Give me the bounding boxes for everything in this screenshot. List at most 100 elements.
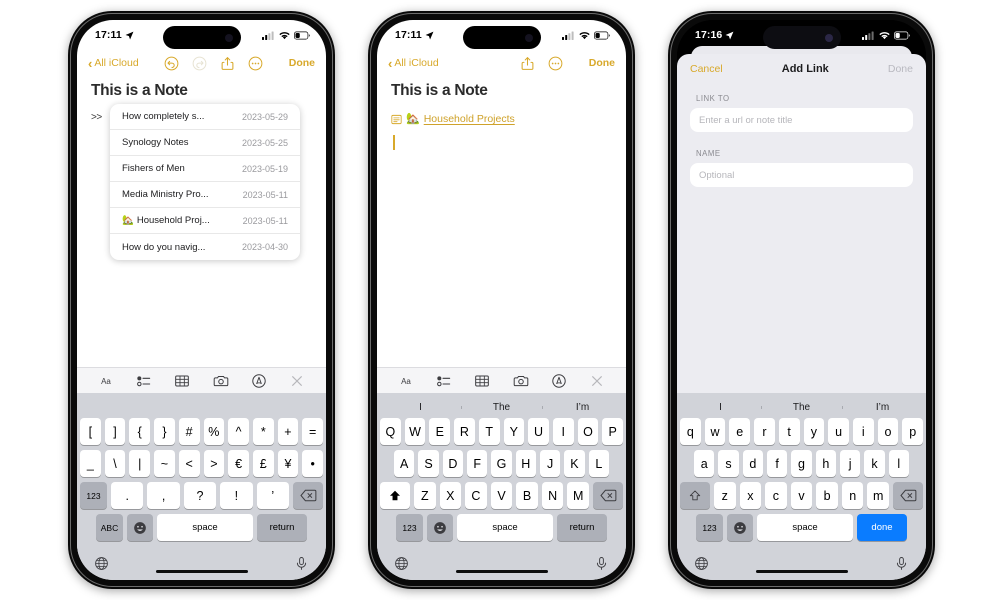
key-bullet[interactable]: • [302,450,324,477]
markup-pen-icon[interactable] [251,373,267,389]
key-h[interactable]: h [815,450,836,477]
key-period[interactable]: . [110,482,144,509]
predictive-word-1[interactable]: I [680,402,761,413]
key-i[interactable]: I [552,418,574,445]
close-icon[interactable] [589,373,605,389]
key-greater-than[interactable]: > [203,450,225,477]
note-body[interactable]: This is a Note 🏡 Household Projects [377,76,626,367]
key-space[interactable]: space [757,514,853,541]
predictive-word-3[interactable]: I’m [542,402,623,413]
key-w[interactable]: w [704,418,726,445]
share-icon[interactable] [220,56,235,71]
key-pound[interactable]: £ [252,450,274,477]
key-q[interactable]: q [679,418,701,445]
key-euro[interactable]: € [228,450,249,477]
key-r[interactable]: R [454,418,475,445]
key-bracket-right[interactable]: ] [104,418,126,445]
key-f[interactable]: F [467,450,488,477]
key-comma[interactable]: , [147,482,180,509]
note-body[interactable]: This is a Note >> How completely s... 20… [77,76,326,367]
qwerty-lowercase-keyboard[interactable]: I The I’m q w e r t y u i o p a s d f g … [677,393,926,580]
globe-icon[interactable] [94,556,109,571]
key-apostrophe[interactable]: ’ [256,482,290,509]
microphone-icon[interactable] [894,556,909,571]
key-y[interactable]: Y [503,418,525,445]
done-button[interactable]: Done [589,57,615,69]
key-return[interactable]: return [257,514,307,541]
key-b[interactable]: b [816,482,838,509]
share-icon[interactable] [520,56,535,71]
key-r[interactable]: r [754,418,775,445]
name-input[interactable]: Optional [690,163,913,187]
key-b[interactable]: B [516,482,538,509]
key-w[interactable]: W [404,418,426,445]
key-less-than[interactable]: < [178,450,200,477]
key-n[interactable]: n [841,482,864,509]
key-numbers-123[interactable]: 123 [79,482,107,509]
key-e[interactable]: e [729,418,751,445]
table-icon[interactable] [474,373,490,389]
key-v[interactable]: V [490,482,513,509]
key-emoji[interactable] [427,514,453,541]
back-to-all-icloud-button[interactable]: ‹ All iCloud [88,57,139,70]
key-hash[interactable]: # [178,418,200,445]
key-delete[interactable] [893,482,924,509]
key-return[interactable]: return [557,514,607,541]
key-exclamation[interactable]: ! [220,482,253,509]
key-e[interactable]: E [429,418,451,445]
key-a[interactable]: a [694,450,715,477]
key-p[interactable]: p [902,418,924,445]
key-i[interactable]: i [852,418,874,445]
key-t[interactable]: T [478,418,500,445]
key-delete[interactable] [293,482,324,509]
key-g[interactable]: g [791,450,812,477]
key-l[interactable]: l [888,450,909,477]
key-o[interactable]: O [577,418,599,445]
key-caret[interactable]: ^ [228,418,249,445]
key-done[interactable]: done [857,514,907,541]
key-j[interactable]: J [539,450,561,477]
format-aa-icon[interactable]: Aa [98,373,114,389]
camera-icon[interactable] [213,373,229,389]
key-numbers-123[interactable]: 123 [396,514,423,541]
markup-pen-icon[interactable] [551,373,567,389]
key-yen[interactable]: ¥ [277,450,299,477]
key-equals[interactable]: = [302,418,324,445]
table-icon[interactable] [174,373,190,389]
more-ellipsis-icon[interactable] [248,56,263,71]
link-label[interactable]: Household Projects [424,113,515,125]
key-u[interactable]: U [528,418,549,445]
predictive-word-1[interactable]: I [380,402,461,413]
cancel-button[interactable]: Cancel [690,63,723,75]
key-k[interactable]: K [564,450,585,477]
checklist-icon[interactable] [136,373,152,389]
key-d[interactable]: D [442,450,463,477]
key-z[interactable]: Z [413,482,436,509]
key-m[interactable]: m [867,482,890,509]
key-plus[interactable]: + [277,418,299,445]
key-x[interactable]: X [439,482,462,509]
back-to-all-icloud-button[interactable]: ‹ All iCloud [388,57,439,70]
predictive-word-3[interactable]: I’m [842,402,923,413]
checklist-icon[interactable] [436,373,452,389]
done-button[interactable]: Done [888,63,913,75]
key-space[interactable]: space [457,514,553,541]
list-item[interactable]: Synology Notes 2023-05-25 [110,130,300,156]
key-question[interactable]: ? [183,482,217,509]
format-aa-icon[interactable]: Aa [398,373,414,389]
list-item[interactable]: How completely s... 2023-05-29 [110,104,300,130]
key-y[interactable]: y [803,418,825,445]
list-item[interactable]: Media Ministry Pro... 2023-05-11 [110,182,300,208]
list-item[interactable]: Fishers of Men 2023-05-19 [110,156,300,182]
key-d[interactable]: d [742,450,763,477]
globe-icon[interactable] [694,556,709,571]
key-delete[interactable] [593,482,624,509]
key-h[interactable]: H [515,450,536,477]
key-shift[interactable] [679,482,710,509]
key-t[interactable]: t [778,418,800,445]
key-z[interactable]: z [713,482,736,509]
globe-icon[interactable] [394,556,409,571]
done-button[interactable]: Done [289,57,315,69]
note-link-suggestion-list[interactable]: How completely s... 2023-05-29 Synology … [110,104,300,260]
key-pipe[interactable]: | [129,450,151,477]
